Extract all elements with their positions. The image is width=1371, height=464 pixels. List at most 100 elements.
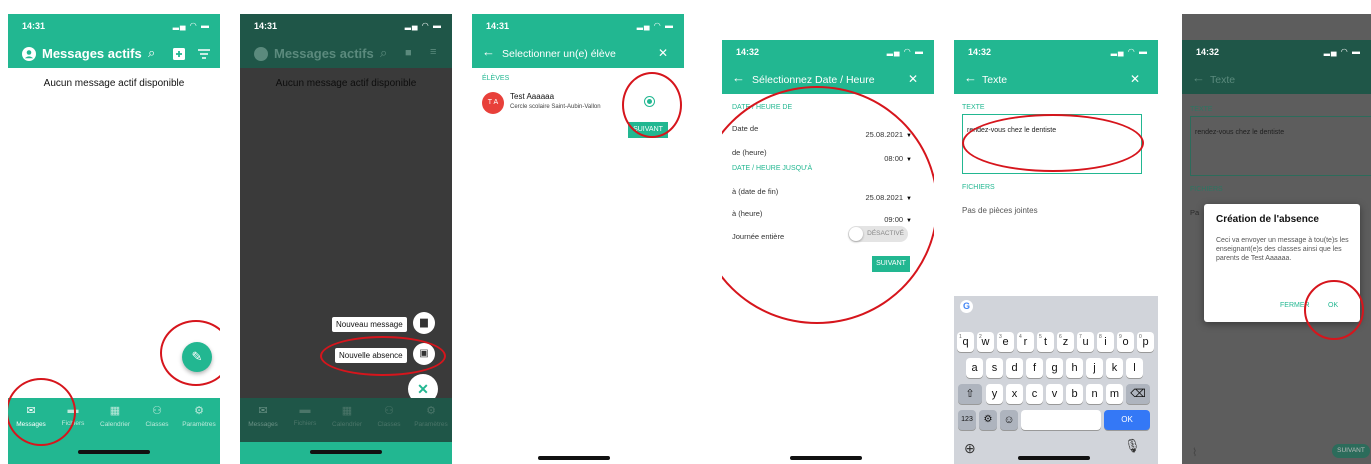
backspace-key[interactable]: ⌫ — [1126, 384, 1150, 404]
signal-wifi-battery-icon: ▂▄ ◠ ▬ — [1110, 47, 1148, 56]
close-icon: ✕ — [417, 381, 429, 397]
tab-settings: ⚙ Paramètres — [408, 398, 452, 428]
account-icon[interactable] — [22, 47, 36, 61]
signal-wifi-battery-icon: ▂▄ ◠ ▬ — [886, 47, 924, 56]
key-hint: 3 — [999, 334, 1002, 340]
new-message-fab[interactable]: ▆ — [413, 312, 435, 334]
files-partial-text: Pa — [1190, 208, 1200, 217]
status-bar: 14:32 ▂▄ ◠ ▬ — [1182, 40, 1371, 66]
shift-key[interactable]: ⇧ — [958, 384, 982, 404]
globe-icon[interactable]: ⊕ — [964, 440, 976, 457]
key-s[interactable]: s — [986, 358, 1003, 378]
key-k[interactable]: k — [1106, 358, 1123, 378]
screen-text: 14:32 ▂▄ ◠ ▬ ← Texte ✕ TEXTE rendez-vous… — [954, 14, 1158, 464]
section-files: FICHIERS — [1190, 186, 1223, 193]
emoji-icon[interactable]: ☺ — [1000, 410, 1018, 430]
annotation-circle — [962, 114, 1144, 172]
status-time: 14:32 — [1196, 47, 1220, 57]
filter-icon[interactable] — [198, 49, 210, 59]
key-hint: 7 — [1079, 334, 1082, 340]
key-d[interactable]: d — [1006, 358, 1023, 378]
page-title: Messages actifs — [274, 46, 374, 61]
tab-calendar[interactable]: ▦ Calendrier — [92, 398, 138, 428]
bottom-tab-bar: ✉ Messages ▬ Fichiers ▦ Calendrier ⚇ Classes… — [240, 398, 452, 464]
annotation-circle — [160, 320, 220, 386]
key-f[interactable]: f — [1026, 358, 1043, 378]
numbers-key[interactable]: 123 — [958, 410, 976, 430]
app-bar: ← Selectionner un(e) élève ✕ — [472, 40, 684, 68]
status-time: 14:31 — [486, 21, 510, 31]
section-students: ÉLÈVES — [482, 75, 510, 82]
page-title: Sélectionnez Date / Heure — [752, 74, 875, 86]
home-indicator — [1018, 456, 1090, 460]
annotation-circle — [622, 72, 682, 138]
people-icon: ⚇ — [384, 405, 394, 417]
space-key[interactable] — [1021, 410, 1101, 430]
tab-calendar: ▦ Calendrier — [324, 398, 370, 428]
search-icon[interactable]: ⌕ — [148, 45, 155, 61]
key-b[interactable]: b — [1066, 384, 1083, 404]
key-l[interactable]: l — [1126, 358, 1143, 378]
key-c[interactable]: c — [1026, 384, 1043, 404]
back-arrow-icon[interactable]: ← — [482, 44, 495, 59]
key-hint: 8 — [1099, 334, 1102, 340]
key-hint: 2 — [979, 334, 982, 340]
annotation-circle — [320, 336, 446, 376]
new-message-label[interactable]: Nouveau message — [332, 317, 407, 332]
status-time: 14:31 — [22, 21, 46, 31]
signal-wifi-battery-icon: ▂▄ ◠ ▬ — [404, 21, 442, 30]
key-hint: 0 — [1139, 334, 1142, 340]
close-icon[interactable]: ✕ — [658, 46, 668, 60]
signal-wifi-battery-icon: ▂▄ ◠ ▬ — [636, 21, 674, 30]
key-g[interactable]: g — [1046, 358, 1063, 378]
key-y[interactable]: y — [986, 384, 1003, 404]
gear-icon: ⚙ — [426, 405, 436, 417]
annotation-circle — [8, 378, 76, 446]
dialog-body: Ceci va envoyer un message à tou(te)s le… — [1216, 237, 1349, 262]
key-j[interactable]: j — [1086, 358, 1103, 378]
tab-messages: ✉ Messages — [240, 398, 286, 428]
page-title: Texte — [1210, 74, 1236, 86]
search-icon: ⌕ — [380, 45, 388, 60]
key-a[interactable]: a — [966, 358, 983, 378]
gear-icon[interactable]: ⚙ — [979, 410, 997, 430]
status-bar: 14:31 ▂▄ ◠ ▬ — [240, 14, 452, 40]
account-icon — [254, 47, 268, 61]
back-arrow-icon[interactable]: ← — [964, 70, 977, 85]
back-arrow-icon[interactable]: ← — [732, 70, 745, 85]
close-icon[interactable]: ✕ — [1130, 72, 1140, 86]
attachment-icon: ⌇ — [1192, 447, 1198, 459]
ok-key[interactable]: OK — [1104, 410, 1150, 430]
keyboard: G q1w2e3r4t5z6u7i8o9p0 asdfghjkl yxcvbnm… — [954, 296, 1158, 464]
close-icon[interactable]: ✕ — [908, 72, 918, 86]
tab-files: ▬ Fichiers — [282, 398, 328, 427]
people-icon: ⚇ — [152, 405, 162, 417]
avatar: T A — [482, 92, 504, 114]
status-bar: 14:31 ▂▄ ◠ ▬ — [8, 14, 220, 40]
page-title: Messages actifs — [42, 46, 142, 61]
annotation-circle — [1304, 280, 1364, 340]
folder-icon: ▬ — [299, 404, 311, 416]
dialog-title: Création de l'absence — [1216, 214, 1319, 225]
key-n[interactable]: n — [1086, 384, 1103, 404]
tab-settings[interactable]: ⚙ Paramètres — [176, 398, 220, 428]
home-indicator — [538, 456, 610, 460]
microphone-icon[interactable]: 🎙 — [1124, 438, 1141, 454]
add-message-icon[interactable] — [173, 48, 185, 60]
gear-icon: ⚙ — [194, 405, 204, 417]
key-hint: 4 — [1019, 334, 1022, 340]
student-name: Test Aaaaaa — [510, 92, 555, 101]
key-x[interactable]: x — [1006, 384, 1023, 404]
student-school: Cercle scolaire Saint-Aubin-Vallon — [510, 104, 601, 110]
screen-confirm: 14:32 ▂▄ ◠ ▬ ← Texte TEXTE rendez-vous c… — [1182, 14, 1371, 464]
page-title: Selectionner un(e) élève — [502, 48, 616, 60]
app-bar: ← Texte ✕ — [954, 66, 1158, 94]
tab-classes[interactable]: ⚇ Classes — [134, 398, 180, 428]
google-icon[interactable]: G — [960, 300, 973, 313]
key-v[interactable]: v — [1046, 384, 1063, 404]
no-attachments: Pas de pièces jointes — [962, 206, 1038, 215]
key-h[interactable]: h — [1066, 358, 1083, 378]
key-m[interactable]: m — [1106, 384, 1123, 404]
backspace-icon: ⌫ — [1130, 388, 1146, 400]
chat-icon: ▆ — [420, 317, 428, 328]
